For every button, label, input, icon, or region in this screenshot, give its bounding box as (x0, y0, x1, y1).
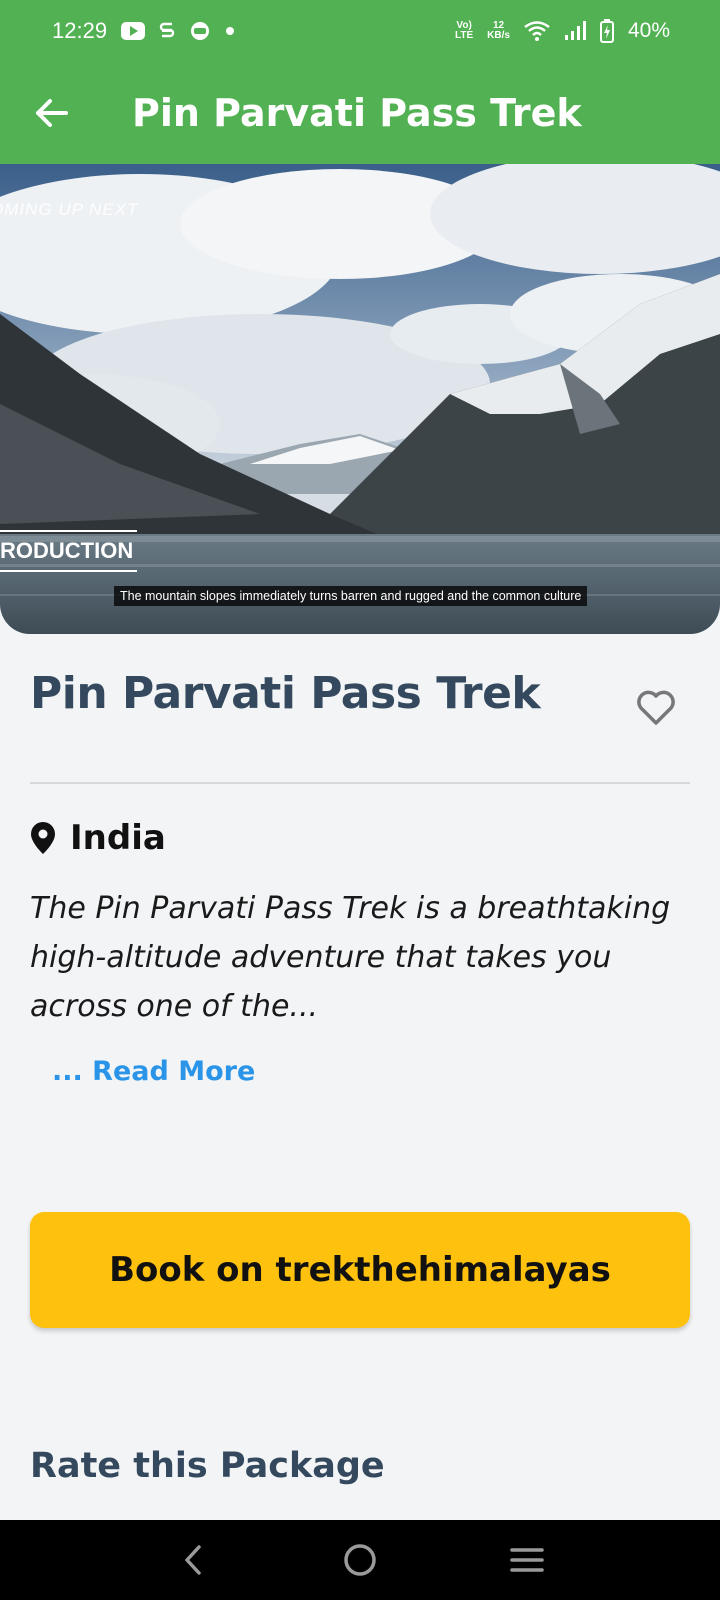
battery-percent: 40% (627, 19, 670, 42)
menu-icon (509, 1548, 544, 1572)
package-title: Pin Parvati Pass Trek (30, 668, 541, 719)
nav-back-button[interactable] (163, 1530, 223, 1590)
location-row: India (30, 818, 166, 858)
heart-outline-icon (637, 690, 675, 725)
video-overlay-production: RODUCTION (0, 530, 138, 572)
app-bar-title: Pin Parvati Pass Trek (132, 91, 582, 135)
location-pin-icon (31, 822, 55, 854)
app-bar: Pin Parvati Pass Trek (0, 62, 720, 164)
volte-indicator: Vo) LTE (455, 21, 473, 41)
home-circle-icon (344, 1544, 376, 1576)
volte-bottom: LTE (455, 30, 474, 41)
package-title-row: Pin Parvati Pass Trek (30, 668, 690, 730)
video-overlay-coming-up: OMING UP NEXT (0, 200, 139, 219)
system-nav-bar (0, 1520, 720, 1600)
divider (30, 782, 690, 784)
battery-icon (599, 19, 614, 43)
nav-menu-button[interactable] (497, 1530, 557, 1590)
youtube-icon (121, 22, 146, 40)
network-speed-unit: KB/s (487, 30, 510, 41)
favorite-button[interactable] (636, 690, 676, 730)
network-speed: 12 KB/s (487, 21, 510, 41)
nav-home-button[interactable] (330, 1530, 390, 1590)
wifi-icon (524, 21, 550, 41)
status-bar: 12:29 Vo) LTE 12 KB/s 40% (0, 0, 720, 62)
screen: 12:29 Vo) LTE 12 KB/s 40% Pin Parvati Pa… (0, 0, 720, 1600)
app-s-icon (159, 20, 175, 42)
hero-video[interactable]: OMING UP NEXT RODUCTION The mountain slo… (0, 164, 720, 634)
chevron-left-icon (185, 1545, 202, 1575)
back-button[interactable] (24, 85, 80, 141)
book-button[interactable]: Book on trekthehimalayas (30, 1212, 690, 1328)
status-time: 12:29 (52, 18, 108, 43)
status-right: Vo) LTE 12 KB/s 40% (455, 19, 670, 43)
app-badge-icon (189, 20, 211, 42)
read-more-link[interactable]: ... Read More (52, 1056, 255, 1087)
status-left: 12:29 (52, 18, 235, 44)
location-text: India (70, 818, 166, 858)
package-description: The Pin Parvati Pass Trek is a breathtak… (30, 891, 671, 1024)
arrow-left-icon (36, 99, 68, 127)
signal-icon (564, 21, 586, 41)
rate-package-heading: Rate this Package (30, 1446, 385, 1486)
video-caption: The mountain slopes immediately turns ba… (114, 586, 588, 606)
notification-dot-icon (225, 26, 235, 36)
